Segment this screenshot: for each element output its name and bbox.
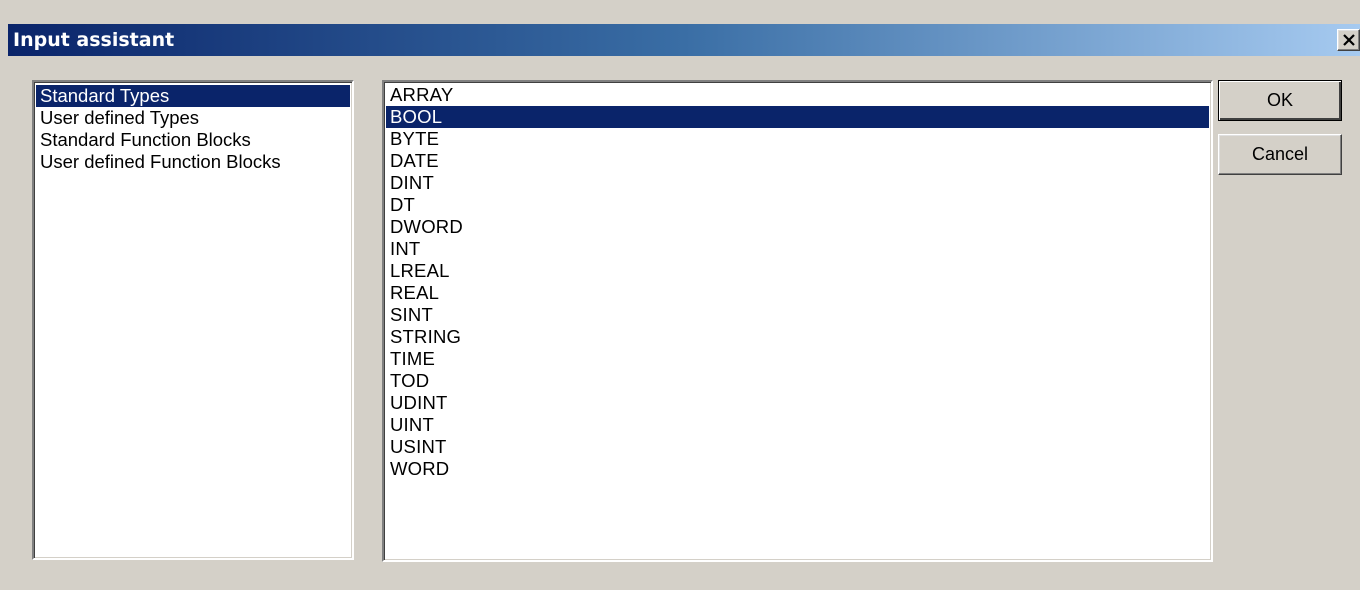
category-list-item[interactable]: User defined Function Blocks xyxy=(36,151,350,173)
category-list-item[interactable]: Standard Function Blocks xyxy=(36,129,350,151)
type-list-item[interactable]: SINT xyxy=(386,304,1209,326)
type-list-item[interactable]: USINT xyxy=(386,436,1209,458)
type-list-item[interactable]: REAL xyxy=(386,282,1209,304)
type-list-item[interactable]: BOOL xyxy=(386,106,1209,128)
type-list[interactable]: ARRAY BOOL BYTE DATE DINT DT DWORD INT LREAL REAL… xyxy=(382,80,1213,562)
category-list-item[interactable]: User defined Types xyxy=(36,107,350,129)
title-bar[interactable]: Input assistant xyxy=(8,24,1360,56)
window-title: Input assistant xyxy=(13,29,175,51)
type-list-item[interactable]: UDINT xyxy=(386,392,1209,414)
type-list-item[interactable]: TOD xyxy=(386,370,1209,392)
type-list-item[interactable]: TIME xyxy=(386,348,1209,370)
type-list-item[interactable]: STRING xyxy=(386,326,1209,348)
category-list-item[interactable]: Standard Types xyxy=(36,85,350,107)
type-list-item[interactable]: DINT xyxy=(386,172,1209,194)
category-list[interactable]: Standard Types User defined Types Standard… xyxy=(32,80,354,560)
type-list-item[interactable]: UINT xyxy=(386,414,1209,436)
cancel-button[interactable]: Cancel xyxy=(1218,134,1342,175)
type-list-item[interactable]: INT xyxy=(386,238,1209,260)
type-list-item[interactable]: DT xyxy=(386,194,1209,216)
input-assistant-dialog: Input assistant Standard Types User defin… xyxy=(0,0,1360,590)
type-list-item[interactable]: DATE xyxy=(386,150,1209,172)
type-list-item[interactable]: WORD xyxy=(386,458,1209,480)
close-icon xyxy=(1343,34,1355,46)
ok-button[interactable]: OK xyxy=(1218,80,1342,121)
close-button[interactable] xyxy=(1337,29,1360,51)
type-list-item[interactable]: LREAL xyxy=(386,260,1209,282)
type-list-item[interactable]: DWORD xyxy=(386,216,1209,238)
type-list-item[interactable]: BYTE xyxy=(386,128,1209,150)
type-list-item[interactable]: ARRAY xyxy=(386,84,1209,106)
